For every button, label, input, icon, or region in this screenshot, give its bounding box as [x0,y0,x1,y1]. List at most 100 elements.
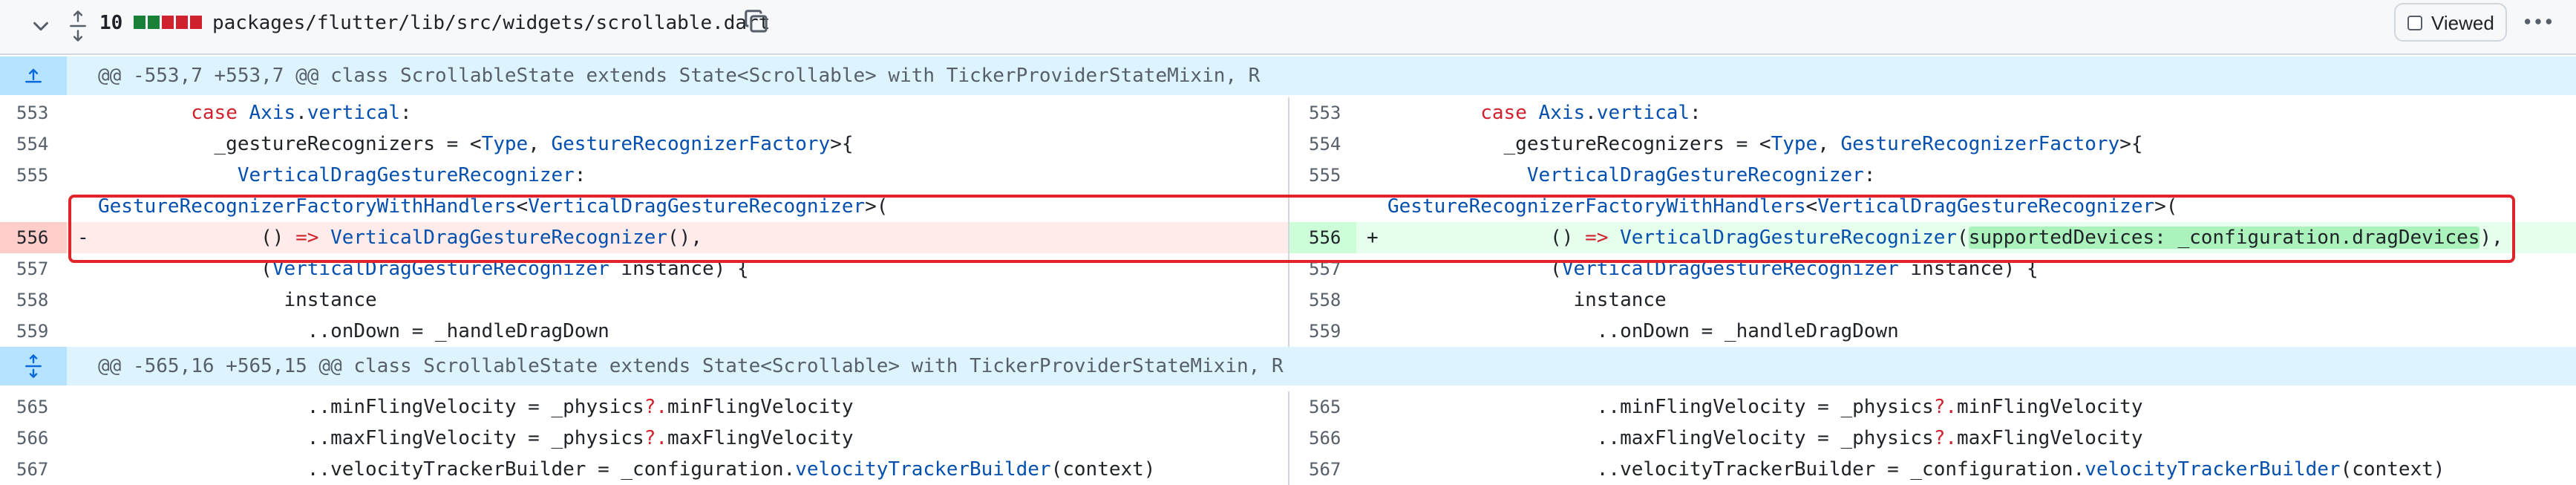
code-token: ..velocityTrackerBuilder = _configuratio… [98,458,796,481]
copy-icon[interactable] [742,7,771,36]
code-token: GestureRecognizerFactory [1840,133,2120,155]
code-token: _gestureRecognizers = < [98,133,482,155]
keyword: case [1480,102,1527,124]
code-token: : [1863,164,1876,186]
left-side: 565 ..minFlingVelocity = _physics?.minFl… [0,391,1288,423]
diffstat-block [176,16,188,29]
code-token: >{ [2119,133,2143,155]
code-token: VerticalDragGestureRecognizer [237,164,575,186]
expand-up-button[interactable] [0,56,67,95]
line-number[interactable]: 567 [0,454,67,485]
line-number[interactable]: 565 [0,391,67,423]
line-number[interactable]: 553 [0,97,67,128]
diff-row: 567 ..velocityTrackerBuilder = _configur… [0,454,2576,485]
viewed-button[interactable]: Viewed [2394,3,2507,42]
code-token: maxFlingVelocity [667,427,854,449]
right-side: 565 ..minFlingVelocity = _physics?.minFl… [1288,391,2576,423]
unfold-icon[interactable] [68,9,88,43]
line-number[interactable]: 554 [1289,128,1356,160]
code-token: case [1387,102,1539,124]
viewed-label: Viewed [2431,12,2494,34]
line-number[interactable]: 566 [0,423,67,454]
chevron-down-icon[interactable] [30,15,52,37]
right-side: 567 ..velocityTrackerBuilder = _configur… [1288,454,2576,485]
right-side: 554 _gestureRecognizers = <Type, Gesture… [1288,128,2576,160]
code-token: ..minFlingVelocity = _physics [1387,396,1934,418]
code-line: ..velocityTrackerBuilder = _configuratio… [1387,454,2445,485]
right-side: 553 case Axis.vertical: [1288,97,2576,128]
left-side: 566 ..maxFlingVelocity = _physics?.maxFl… [0,423,1288,454]
line-number[interactable]: 567 [1289,454,1356,485]
code-token: Type [481,133,529,155]
diff-row: 555 VerticalDragGestureRecognizer: 555 Ve… [0,160,2576,191]
code-token: ?. [1933,396,1958,418]
keyword: case [191,102,238,124]
hunk-header-text: @@ -565,16 +565,15 @@ class ScrollableSt… [98,355,1284,377]
diff-row: 559 ..onDown = _handleDragDown 559 ..onDo… [0,316,2576,347]
code-token: ..minFlingVelocity = _physics [98,396,644,418]
right-side: 566 ..maxFlingVelocity = _physics?.maxFl… [1288,423,2576,454]
code-token: minFlingVelocity [667,396,854,418]
diff-row: 565 ..minFlingVelocity = _physics?.minFl… [0,391,2576,423]
code-token: ?. [644,396,668,418]
hunk-header-text: @@ -553,7 +553,7 @@ class ScrollableStat… [98,65,1261,87]
diffstat-block [190,16,202,29]
code-token: : [400,102,412,124]
code-token: ..velocityTrackerBuilder = _configuratio… [1387,458,2085,481]
line-number[interactable]: 555 [0,160,67,191]
left-side: 555 VerticalDragGestureRecognizer: [0,160,1288,191]
diff-row: 554 _gestureRecognizers = <Type, Gesture… [0,128,2576,160]
code-token: maxFlingVelocity [1957,427,2143,449]
code-token: VerticalDragGestureRecognizer [1526,164,1864,186]
left-side: 567 ..velocityTrackerBuilder = _configur… [0,454,1288,485]
line-number[interactable]: 566 [1289,423,1356,454]
code-token: , [528,133,552,155]
code-token: instance [1387,289,1667,311]
hunk-header: @@ -565,16 +565,15 @@ class ScrollableSt… [0,347,2576,385]
line-number[interactable]: 556 [0,222,67,253]
code-token: ?. [1933,427,1958,449]
line-number[interactable]: 557 [0,253,67,284]
code-token: ..maxFlingVelocity = _physics [1387,427,1934,449]
code-token: ..maxFlingVelocity = _physics [98,427,644,449]
line-number[interactable]: 553 [1289,97,1356,128]
expand-both-button[interactable] [0,347,67,385]
line-number[interactable]: 559 [0,316,67,347]
line-number[interactable]: 559 [1289,316,1356,347]
expand-up-icon [25,68,42,83]
kebab-horizontal-icon[interactable] [2521,4,2555,39]
file-header: 10 packages/flutter/lib/src/widgets/scro… [0,0,2576,55]
code-token: Axis [1538,102,1586,124]
checkbox-icon[interactable] [2407,16,2422,30]
code-line: case Axis.vertical: [1387,97,1701,128]
left-side: 559 ..onDown = _handleDragDown [0,316,1288,347]
code-line: VerticalDragGestureRecognizer: [1387,160,1876,191]
code-token: >{ [830,133,854,155]
line-number[interactable]: 558 [0,284,67,316]
code-token: . [295,102,307,124]
code-token: , [1817,133,1841,155]
code-token: Axis [249,102,296,124]
line-number[interactable]: 565 [1289,391,1356,423]
code-token: Type [1771,133,1818,155]
line-number[interactable]: 558 [1289,284,1356,316]
code-line: ..maxFlingVelocity = _physics?.maxFlingV… [98,423,854,454]
file-path[interactable]: packages/flutter/lib/src/widgets/scrolla… [212,9,770,37]
code-token: : [574,164,586,186]
code-line: ..maxFlingVelocity = _physics?.maxFlingV… [1387,423,2143,454]
code-token: vertical [307,102,401,124]
code-token: GestureRecognizerFactory [551,133,831,155]
left-side: 554 _gestureRecognizers = <Type, Gesture… [0,128,1288,160]
expand-both-icon [25,354,42,378]
code-line: VerticalDragGestureRecognizer: [98,160,586,191]
code-token: ..onDown = _handleDragDown [98,320,609,342]
line-number[interactable]: 554 [0,128,67,160]
code-token: : [1690,102,1701,124]
diffstat [134,16,202,29]
left-side: 558 instance [0,284,1288,316]
code-token: _gestureRecognizers = < [1387,133,1771,155]
left-side: 553 case Axis.vertical: [0,97,1288,128]
line-number[interactable]: 555 [1289,160,1356,191]
